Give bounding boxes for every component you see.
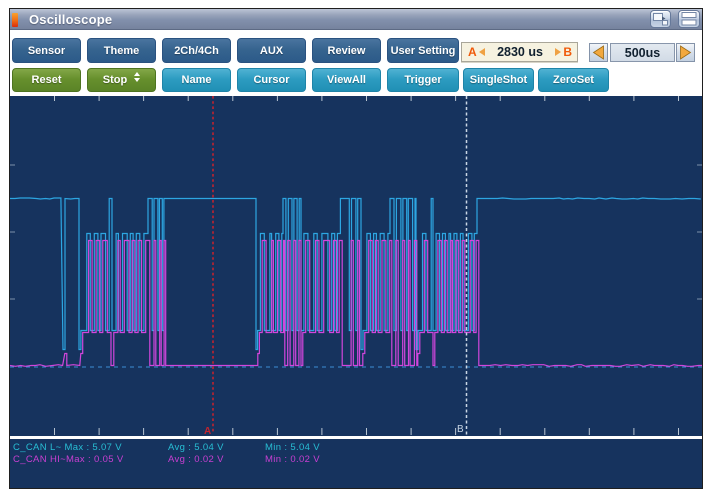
- title-bar: Oscilloscope: [10, 9, 702, 30]
- small-screen-shape: [662, 20, 668, 26]
- cursor-b-flag: B: [457, 424, 464, 435]
- channel-min: Min : 0.02 V: [265, 454, 320, 465]
- measurement-row-can-low: C_CAN L~ Max : 5.07 V Avg : 5.04 V Min :…: [10, 442, 702, 454]
- window-title: Oscilloscope: [29, 12, 113, 27]
- timebase-value[interactable]: 500us: [610, 43, 675, 62]
- ab-cursor-readout: A 2830 us B: [461, 42, 578, 62]
- arrow-shape: [662, 16, 666, 21]
- theme-button[interactable]: Theme: [87, 38, 156, 63]
- channel-avg: Avg : 5.04 V: [168, 442, 224, 453]
- user-setting-button[interactable]: User Setting: [387, 38, 459, 63]
- name-button[interactable]: Name: [162, 68, 231, 92]
- measurement-panel: C_CAN L~ Max : 5.07 V Avg : 5.04 V Min :…: [10, 439, 702, 488]
- ruler-left: [10, 164, 15, 300]
- singleshot-button[interactable]: SingleShot: [463, 68, 534, 92]
- channel-avg: Avg : 0.02 V: [168, 454, 224, 465]
- ruler-right: [697, 164, 702, 300]
- screen-capture-button[interactable]: [650, 10, 671, 28]
- channel-max: C_CAN L~ Max : 5.07 V: [13, 442, 122, 453]
- split-view-icon: [681, 12, 697, 26]
- channel-mode-button[interactable]: 2Ch/4Ch: [162, 38, 231, 63]
- triangle-shape: [592, 45, 604, 60]
- channel-min: Min : 5.04 V: [265, 442, 320, 453]
- stop-button[interactable]: Stop: [87, 68, 156, 92]
- viewall-button[interactable]: ViewAll: [312, 68, 381, 92]
- cursor-b-label: B: [563, 45, 572, 59]
- ruler-top: [54, 96, 679, 101]
- triangle-shape: [680, 45, 692, 60]
- timebase-decrease-button[interactable]: [589, 43, 608, 62]
- bottom-pane-shape: [681, 19, 697, 26]
- cursor-button[interactable]: Cursor: [237, 68, 306, 92]
- cursor-a-flag: A: [204, 426, 211, 436]
- aux-button[interactable]: AUX: [237, 38, 306, 63]
- trace-can-low: [10, 197, 701, 351]
- ab-delta-value: 2830 us: [497, 45, 543, 59]
- scope-display[interactable]: A B: [9, 96, 702, 437]
- stop-label: Stop: [102, 74, 128, 86]
- scope-canvas: A B: [9, 96, 702, 437]
- arrow-left-icon: [592, 45, 604, 60]
- monitor-shape: [653, 13, 663, 21]
- timebase-increase-button[interactable]: [676, 43, 695, 62]
- review-button[interactable]: Review: [312, 38, 381, 63]
- arrow-right-icon: [680, 45, 692, 60]
- split-view-button[interactable]: [678, 10, 700, 28]
- cursor-a-label: A: [468, 45, 477, 59]
- app-icon: [12, 13, 18, 27]
- zeroset-button[interactable]: ZeroSet: [538, 68, 609, 92]
- spinner-icon: [134, 72, 141, 82]
- triangle-right-icon: [555, 48, 562, 56]
- screen-capture-icon: [653, 13, 668, 26]
- sensor-button[interactable]: Sensor: [12, 38, 81, 63]
- top-pane-shape: [681, 12, 697, 18]
- measurement-row-can-high: C_CAN HI~Max : 0.05 V Avg : 0.02 V Min :…: [10, 454, 702, 466]
- channel-max: C_CAN HI~Max : 0.05 V: [13, 454, 124, 465]
- trigger-button[interactable]: Trigger: [387, 68, 459, 92]
- ruler-bottom: [54, 428, 679, 435]
- reset-button[interactable]: Reset: [12, 68, 81, 92]
